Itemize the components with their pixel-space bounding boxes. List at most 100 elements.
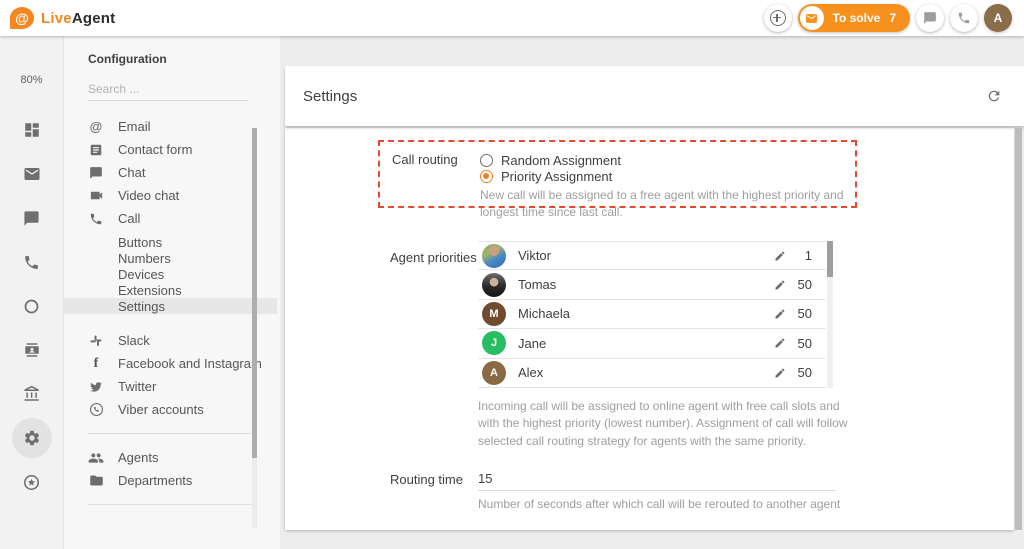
contact-card-icon bbox=[23, 341, 41, 359]
agent-list-scrollbar-thumb[interactable] bbox=[827, 241, 833, 277]
to-solve-label: To solve bbox=[833, 11, 881, 25]
radio-unchecked-icon[interactable] bbox=[480, 154, 493, 167]
sidebar-item-label: Viber accounts bbox=[118, 402, 204, 417]
usage-indicator: 80% bbox=[20, 74, 42, 86]
plus-icon bbox=[770, 10, 786, 26]
agent-priorities-label: Agent priorities bbox=[390, 250, 478, 265]
call-routing-section: Call routing Random Assignment Priority … bbox=[378, 140, 857, 208]
avatar bbox=[482, 273, 506, 297]
priority-value[interactable]: 50 bbox=[796, 365, 812, 380]
sidebar-divider bbox=[88, 504, 252, 505]
agent-row: J Jane 50 bbox=[478, 329, 826, 358]
rail-item-calls[interactable] bbox=[12, 242, 52, 282]
viber-icon bbox=[88, 402, 104, 417]
avatar bbox=[482, 244, 506, 268]
rail-item-dashboard[interactable] bbox=[12, 110, 52, 150]
brand-live: Live bbox=[41, 10, 72, 27]
main-scrollbar-thumb[interactable] bbox=[1015, 128, 1022, 530]
chat-icon bbox=[88, 166, 104, 180]
sidebar-subitem-settings[interactable]: Settings bbox=[64, 298, 277, 314]
rail-item-tickets[interactable] bbox=[12, 154, 52, 194]
radio-label: Random Assignment bbox=[501, 153, 621, 168]
sidebar-item-label: Contact form bbox=[118, 142, 192, 157]
user-avatar[interactable]: A bbox=[984, 4, 1012, 32]
agent-row: A Alex 50 bbox=[478, 359, 826, 388]
slack-icon bbox=[88, 334, 104, 348]
sidebar-item-label: Video chat bbox=[118, 188, 179, 203]
agent-name: Jane bbox=[518, 336, 546, 351]
sidebar-item-label: Agents bbox=[118, 450, 158, 465]
radio-checked-icon[interactable] bbox=[480, 170, 493, 183]
calls-button[interactable] bbox=[950, 4, 978, 32]
liveagent-logo[interactable]: @ LiveAgent bbox=[0, 7, 115, 29]
bank-icon bbox=[23, 385, 41, 403]
configuration-sidebar: Configuration @ Email Contact form Chat bbox=[64, 36, 280, 549]
edit-icon[interactable] bbox=[774, 250, 786, 262]
priority-value[interactable]: 1 bbox=[796, 248, 812, 263]
envelope-badge bbox=[800, 6, 824, 30]
agent-row: M Michaela 50 bbox=[478, 300, 826, 329]
agent-priorities-description: Incoming call will be assigned to online… bbox=[478, 398, 856, 450]
rail-item-billing[interactable] bbox=[12, 374, 52, 414]
refresh-icon bbox=[986, 88, 1002, 104]
routing-time-section: Routing time Number of seconds after whi… bbox=[390, 470, 898, 513]
sidebar-item-label: Facebook and Instagram bbox=[118, 356, 262, 371]
main-scrollbar[interactable] bbox=[1015, 128, 1022, 530]
routing-time-description: Number of seconds after which call will … bbox=[478, 496, 898, 513]
departments-icon bbox=[88, 473, 104, 488]
agents-icon bbox=[88, 450, 104, 466]
priority-value[interactable]: 50 bbox=[796, 277, 812, 292]
agent-name: Viktor bbox=[518, 248, 551, 263]
sidebar-scrollbar-thumb[interactable] bbox=[252, 128, 257, 458]
rail-item-configuration[interactable] bbox=[12, 418, 52, 458]
agent-name: Tomas bbox=[518, 277, 556, 292]
liveagent-logo-icon: @ bbox=[10, 7, 34, 29]
avatar: A bbox=[482, 361, 506, 385]
mail-icon bbox=[23, 165, 41, 183]
edit-icon[interactable] bbox=[774, 279, 786, 291]
sidebar-title: Configuration bbox=[88, 52, 280, 66]
clock-icon bbox=[23, 298, 40, 315]
phone-icon bbox=[957, 11, 971, 25]
agent-list-scrollbar[interactable] bbox=[827, 241, 833, 388]
phone-icon bbox=[23, 254, 40, 271]
routing-time-label: Routing time bbox=[390, 472, 478, 487]
settings-content: Call routing Random Assignment Priority … bbox=[285, 128, 1014, 530]
topbar: @ LiveAgent To solve 7 A bbox=[0, 0, 1024, 36]
add-button[interactable] bbox=[764, 4, 792, 32]
edit-icon[interactable] bbox=[774, 308, 786, 320]
priority-value[interactable]: 50 bbox=[796, 336, 812, 351]
twitter-icon bbox=[88, 380, 104, 394]
agent-priorities-list: Viktor 1 Tomas 50 M Michaela bbox=[478, 241, 826, 388]
rail-item-contacts[interactable] bbox=[12, 330, 52, 370]
radio-priority-assignment[interactable]: Priority Assignment bbox=[480, 168, 852, 184]
refresh-button[interactable] bbox=[986, 88, 1002, 104]
edit-icon[interactable] bbox=[774, 337, 786, 349]
rail-item-history[interactable] bbox=[12, 286, 52, 326]
sidebar-scrollbar[interactable] bbox=[252, 128, 257, 528]
agent-name: Michaela bbox=[518, 306, 570, 321]
envelope-icon bbox=[805, 12, 818, 25]
edit-icon[interactable] bbox=[774, 367, 786, 379]
sidebar-item-label: Email bbox=[118, 119, 151, 134]
priority-value[interactable]: 50 bbox=[796, 306, 812, 321]
chats-button[interactable] bbox=[916, 4, 944, 32]
rail-item-chats[interactable] bbox=[12, 198, 52, 238]
routing-time-input[interactable] bbox=[478, 471, 836, 491]
call-routing-description: New call will be assigned to a free agen… bbox=[480, 187, 852, 222]
avatar: J bbox=[482, 331, 506, 355]
radio-random-assignment[interactable]: Random Assignment bbox=[480, 152, 852, 168]
facebook-icon: f bbox=[88, 356, 104, 372]
agent-priorities-section: Agent priorities Viktor 1 Tomas bbox=[390, 241, 930, 450]
dashboard-icon bbox=[23, 121, 41, 139]
rail-item-gamification[interactable] bbox=[12, 462, 52, 502]
page-title: Settings bbox=[303, 88, 357, 105]
contact-form-icon bbox=[88, 143, 104, 157]
to-solve-button[interactable]: To solve 7 bbox=[798, 4, 910, 32]
avatar: M bbox=[482, 302, 506, 326]
sidebar-search-input[interactable] bbox=[88, 78, 248, 101]
sidebar-divider bbox=[88, 433, 252, 434]
call-icon bbox=[88, 212, 104, 226]
call-routing-label: Call routing bbox=[392, 152, 480, 167]
agent-row: Tomas 50 bbox=[478, 270, 826, 299]
